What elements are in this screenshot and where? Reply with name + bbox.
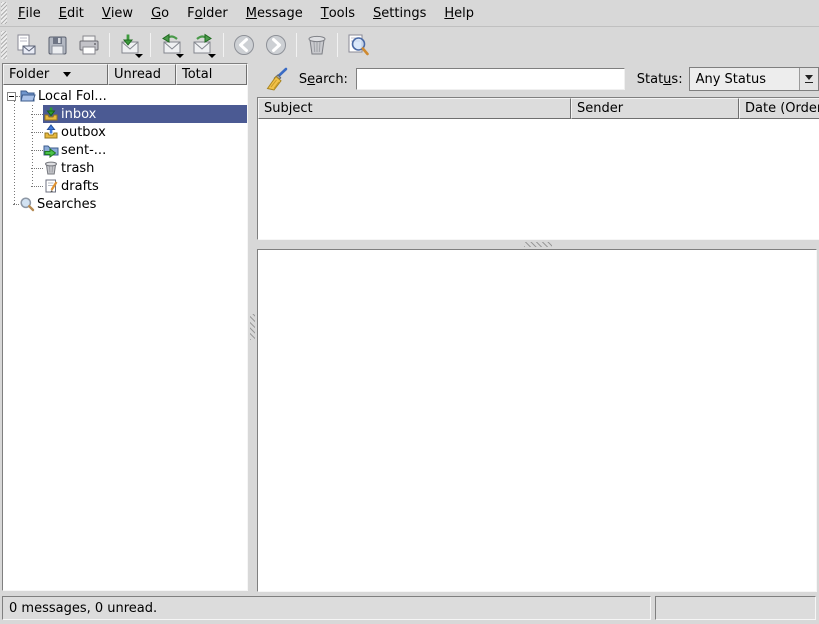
menu-tools[interactable]: Tools (312, 0, 364, 26)
column-header-date[interactable]: Date (Order of Arrival) (739, 98, 819, 119)
find-icon (345, 32, 371, 58)
menubar-drag-handle[interactable] (1, 2, 7, 24)
find-button[interactable] (343, 30, 373, 60)
dropdown-caret-icon (176, 54, 184, 58)
menu-go[interactable]: Go (142, 0, 178, 26)
folder-row-local-folders[interactable]: Local Fol... (3, 87, 247, 105)
menu-view[interactable]: View (93, 0, 142, 26)
column-header-folder[interactable]: Folder (3, 64, 108, 85)
forward-button[interactable] (188, 30, 218, 60)
trash-icon (305, 33, 329, 57)
menu-bar: File Edit View Go Folder Message Tools S… (0, 0, 819, 27)
folder-row-drafts[interactable]: drafts (3, 177, 247, 195)
toolbar-separator (150, 33, 151, 57)
folder-list-header: Folder Unread Total (3, 64, 247, 85)
print-icon (77, 33, 101, 57)
toolbar-separator (223, 33, 224, 57)
horizontal-splitter[interactable] (257, 240, 819, 249)
tree-guide-line (32, 105, 33, 188)
folder-row-trash[interactable]: trash (3, 159, 247, 177)
trash-button[interactable] (302, 30, 332, 60)
main-area: Folder Unread Total (0, 62, 819, 592)
outbox-icon (43, 124, 59, 140)
back-icon (232, 33, 256, 57)
clear-search-button[interactable] (263, 65, 291, 93)
dropdown-caret-icon (208, 54, 216, 58)
status-message-panel: 0 messages, 0 unread. (2, 596, 651, 620)
drafts-icon (43, 178, 59, 194)
toolbar-drag-handle[interactable] (1, 31, 7, 59)
trash-folder-icon (43, 160, 59, 176)
search-input[interactable] (356, 68, 625, 90)
back-button[interactable] (229, 30, 259, 60)
sent-folder-icon (43, 142, 59, 158)
new-message-button[interactable] (10, 30, 40, 60)
sort-arrow-icon (63, 72, 71, 77)
folder-row-searches[interactable]: Searches (3, 195, 247, 213)
status-filter-combobox[interactable]: Any Status (689, 67, 819, 91)
message-list-body (258, 119, 819, 240)
folder-panel: Folder Unread Total (2, 63, 248, 591)
column-header-total[interactable]: Total (176, 64, 247, 85)
main-toolbar (0, 27, 819, 62)
splitter-grip (250, 314, 255, 340)
message-list-header: Subject Sender Date (Order of Arrival) (258, 98, 819, 119)
status-message: 0 messages, 0 unread. (9, 601, 157, 616)
folder-row-sent[interactable]: sent-... (3, 141, 247, 159)
collapse-expander-icon[interactable] (7, 92, 16, 101)
print-button[interactable] (74, 30, 104, 60)
column-header-subject[interactable]: Subject (258, 98, 571, 119)
status-filter-label: Status: (637, 72, 683, 87)
check-mail-button[interactable] (115, 30, 145, 60)
message-preview-pane (257, 249, 817, 592)
message-pane: Search: Status: Any Status Subject Sende… (257, 62, 819, 592)
column-header-unread[interactable]: Unread (108, 64, 176, 85)
folder-tree: Local Fol... inbox (3, 85, 247, 590)
vertical-splitter[interactable] (248, 62, 257, 592)
chevron-down-icon (805, 75, 813, 80)
save-icon (45, 33, 69, 57)
quick-search-bar: Search: Status: Any Status (257, 62, 819, 96)
folder-row-inbox[interactable]: inbox (3, 105, 247, 123)
menu-edit[interactable]: Edit (50, 0, 93, 26)
status-filter-value: Any Status (690, 72, 799, 87)
status-secondary-panel (655, 596, 816, 620)
column-header-sender[interactable]: Sender (571, 98, 739, 119)
broom-icon (264, 66, 290, 92)
toolbar-separator (337, 33, 338, 57)
search-label: Search: (299, 72, 348, 87)
next-icon (264, 33, 288, 57)
new-message-icon (13, 33, 37, 57)
menu-message[interactable]: Message (237, 0, 312, 26)
tree-guide-line (14, 98, 15, 206)
search-folder-icon (19, 196, 35, 212)
folder-row-outbox[interactable]: outbox (3, 123, 247, 141)
inbox-icon (43, 106, 59, 122)
status-bar: 0 messages, 0 unread. (0, 594, 819, 622)
menu-settings[interactable]: Settings (364, 0, 435, 26)
toolbar-separator (296, 33, 297, 57)
open-folder-icon (20, 88, 36, 104)
combobox-dropdown-button[interactable] (799, 68, 818, 90)
menu-help[interactable]: Help (435, 0, 483, 26)
menu-file[interactable]: File (9, 0, 50, 26)
save-button[interactable] (42, 30, 72, 60)
message-list: Subject Sender Date (Order of Arrival) (257, 97, 819, 240)
menu-folder[interactable]: Folder (178, 0, 237, 26)
reply-button[interactable] (156, 30, 186, 60)
dropdown-caret-icon (135, 54, 143, 58)
next-button[interactable] (261, 30, 291, 60)
toolbar-separator (109, 33, 110, 57)
splitter-grip (524, 242, 552, 247)
